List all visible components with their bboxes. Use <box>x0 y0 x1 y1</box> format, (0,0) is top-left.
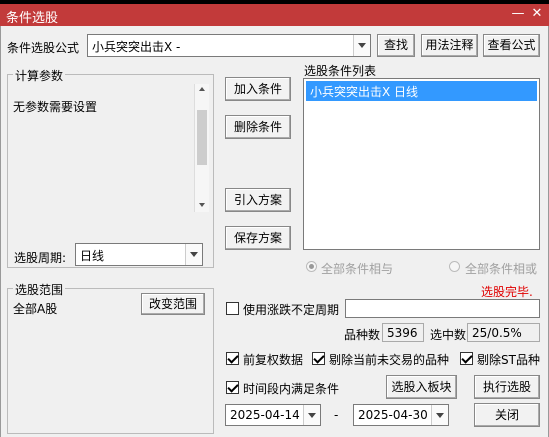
formula-select[interactable]: 小兵突突出击X - <box>87 34 371 57</box>
scroll-thumb[interactable] <box>197 110 207 165</box>
chevron-down-icon[interactable] <box>353 35 370 56</box>
irregular-period-label: 使用涨跌不定周期 <box>243 303 340 317</box>
formula-label: 条件选股公式 <box>7 41 80 55</box>
time-range-label: 时间段内满足条件 <box>243 382 340 396</box>
end-date-value: 2025-04-30 <box>358 408 428 422</box>
period-label: 选股周期: <box>14 251 67 265</box>
irregular-period-checkbox[interactable] <box>226 302 239 315</box>
start-date-picker[interactable]: 2025-04-14 <box>225 404 321 426</box>
selected-label: 选中数 <box>430 328 467 342</box>
list-item[interactable]: 小兵突突出击X 日线 <box>306 81 537 101</box>
irregular-period-input[interactable] <box>345 299 540 318</box>
all-or-radio[interactable] <box>449 261 460 272</box>
scroll-up-icon[interactable] <box>199 87 205 91</box>
exclude-untraded-label: 剔除当前未交易的品种 <box>329 353 450 367</box>
close-button[interactable]: 关闭 <box>474 403 540 427</box>
time-range-checkbox[interactable] <box>226 381 239 394</box>
exclude-st-checkbox[interactable] <box>460 352 473 365</box>
range-group-label: 选股范围 <box>13 281 66 298</box>
chevron-down-icon[interactable] <box>303 405 320 425</box>
delete-condition-button[interactable]: 删除条件 <box>225 115 291 139</box>
find-button[interactable]: 查找 <box>377 34 415 57</box>
close-icon[interactable]: ✕ <box>529 6 545 22</box>
change-range-button[interactable]: 改变范围 <box>141 293 205 315</box>
chevron-down-icon[interactable] <box>431 405 448 425</box>
forward-adjust-checkbox[interactable] <box>226 352 239 365</box>
start-date-value: 2025-04-14 <box>230 408 300 422</box>
usage-notes-button[interactable]: 用法注释 <box>421 34 478 57</box>
save-scheme-button[interactable]: 保存方案 <box>225 226 291 250</box>
condition-list-label: 选股条件列表 <box>304 64 377 78</box>
selected-value: 25/0.5% <box>467 323 540 342</box>
dialog-body: 条件选股公式 小兵突突出击X - 查找 用法注释 查看公式 计算参数 无参数需要… <box>0 26 549 437</box>
count-value: 5396 <box>382 323 424 342</box>
run-selection-button[interactable]: 执行选股 <box>474 375 540 399</box>
condition-list[interactable]: 小兵突突出击X 日线 <box>303 78 540 250</box>
all-or-label: 全部条件相或 <box>465 262 538 276</box>
window-title: 条件选股 <box>6 11 59 26</box>
end-date-picker[interactable]: 2025-04-30 <box>353 404 449 426</box>
params-scrollbar[interactable] <box>194 84 209 212</box>
count-label: 品种数 <box>344 328 381 342</box>
exclude-st-label: 剔除ST品种 <box>477 353 540 367</box>
all-and-radio[interactable] <box>306 261 317 272</box>
all-and-label: 全部条件相与 <box>321 262 394 276</box>
exclude-untraded-checkbox[interactable] <box>312 352 325 365</box>
view-formula-button[interactable]: 查看公式 <box>483 34 540 57</box>
params-message: 无参数需要设置 <box>13 100 98 114</box>
params-group-label: 计算参数 <box>13 67 66 84</box>
scroll-down-icon[interactable] <box>199 203 205 207</box>
chevron-down-icon[interactable] <box>185 244 202 265</box>
to-block-button[interactable]: 选股入板块 <box>386 375 457 399</box>
period-value: 日线 <box>80 249 105 263</box>
range-value: 全部A股 <box>13 302 58 316</box>
status-text: 选股完毕. <box>481 285 533 299</box>
formula-value: 小兵突突出击X - <box>92 40 181 54</box>
title-bar: 条件选股 — ✕ <box>0 4 549 26</box>
minimize-icon[interactable]: — <box>510 6 526 22</box>
import-scheme-button[interactable]: 引入方案 <box>225 188 291 212</box>
forward-adjust-label: 前复权数据 <box>243 353 304 367</box>
add-condition-button[interactable]: 加入条件 <box>225 77 291 101</box>
date-separator: - <box>334 408 339 422</box>
period-select[interactable]: 日线 <box>75 243 203 266</box>
